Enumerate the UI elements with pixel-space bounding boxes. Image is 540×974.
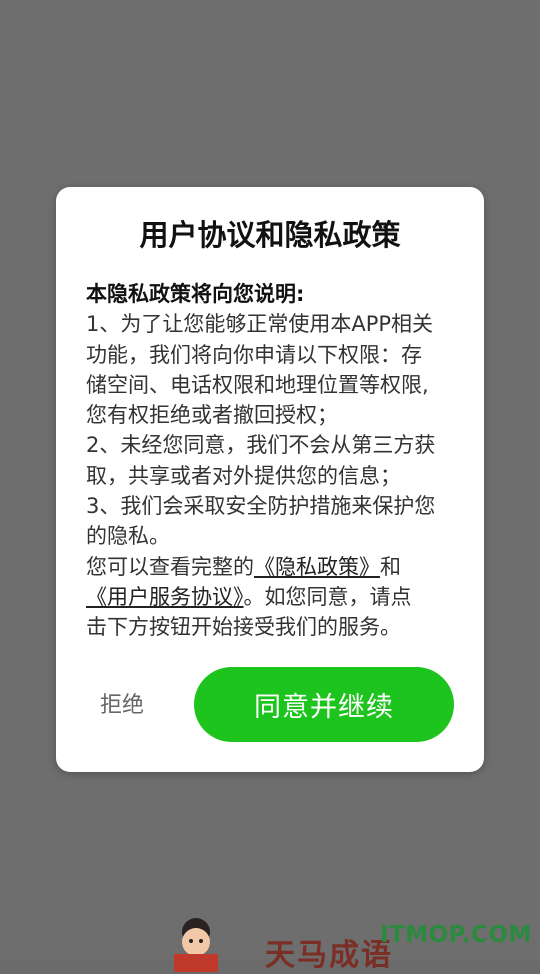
policy-line: 您有权拒绝或者撤回授权； <box>86 403 338 428</box>
policy-line: 1、为了让您能够正常使用本APP相关 <box>86 312 434 337</box>
policy-line: 3、我们会采取安全防护措施来保护您 <box>86 494 436 519</box>
policy-text: 本隐私政策将向您说明: 1、为了让您能够正常使用本APP相关 功能，我们将向你申… <box>86 279 460 643</box>
policy-line: 功能，我们将向你申请以下权限：存 <box>86 342 422 367</box>
dialog-actions: 拒绝 同意并继续 <box>56 667 484 742</box>
privacy-dialog: 用户协议和隐私政策 本隐私政策将向您说明: 1、为了让您能够正常使用本APP相关… <box>56 187 484 772</box>
user-service-agreement-link[interactable]: 《用户服务协议》 <box>86 585 244 609</box>
closing-prefix: 您可以查看完整的 <box>86 554 254 579</box>
dialog-title: 用户协议和隐私政策 <box>139 218 401 252</box>
policy-line: 取，共享或者对外提供您的信息； <box>86 463 401 488</box>
policy-line: 2、未经您同意，我们不会从第三方获 <box>86 433 436 458</box>
closing-line-3: 击下方按钮开始接受我们的服务。 <box>86 615 401 640</box>
site-watermark: ITMOP.COM <box>380 922 532 948</box>
closing-line-1: 您可以查看完整的《隐私政策》和 <box>86 552 460 582</box>
reject-button[interactable]: 拒绝 <box>100 687 144 719</box>
policy-line: 的隐私。 <box>86 524 170 549</box>
closing-suffix: 。如您同意，请点 <box>243 584 412 609</box>
closing-and: 和 <box>380 554 401 579</box>
mascot-illustration <box>174 918 218 972</box>
brand-text: 天马成语 <box>265 938 393 973</box>
privacy-policy-link[interactable]: 《隐私政策》 <box>254 555 380 579</box>
closing-line-2: 《用户服务协议》。如您同意，请点 <box>86 582 460 612</box>
agree-continue-button[interactable]: 同意并继续 <box>194 667 454 742</box>
policy-line: 储空间、电话权限和地理位置等权限, <box>86 372 429 397</box>
policy-heading: 本隐私政策将向您说明: <box>86 282 305 306</box>
